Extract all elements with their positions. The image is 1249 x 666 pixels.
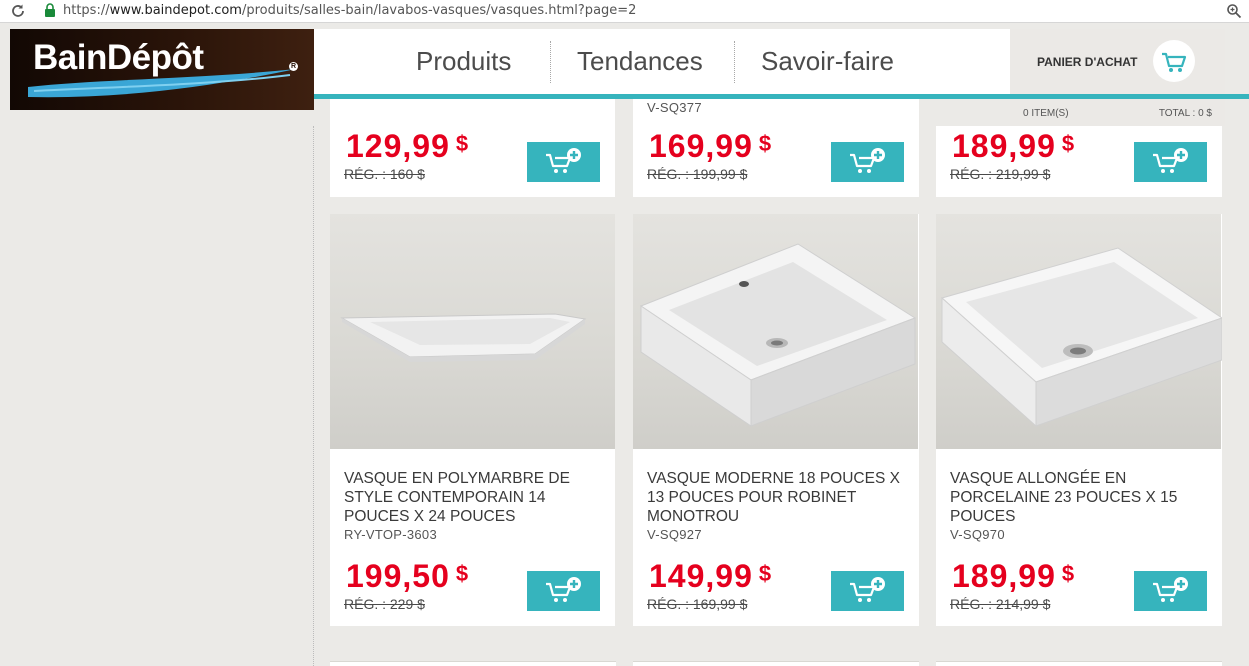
logo-text: BainDépôt	[33, 38, 204, 77]
url-prefix: https://	[63, 3, 110, 18]
nav-item-savoir-faire[interactable]: Savoir-faire	[761, 46, 894, 77]
add-to-cart-button[interactable]	[1134, 571, 1207, 611]
url-path: /produits/salles-bain/lavabos-vasques/va…	[241, 3, 637, 18]
product-image[interactable]	[936, 214, 1222, 449]
add-to-cart-button[interactable]	[1134, 142, 1207, 182]
product-card[interactable]: VASQUE EN POLYMARBRE DE STYLE CONTEMPORA…	[330, 214, 615, 626]
sink-image-icon	[639, 243, 917, 427]
nav-item-tendances[interactable]: Tendances	[577, 46, 703, 77]
regular-price: RÉG. : 199,99 $	[647, 166, 748, 182]
product-card[interactable]: 189,99 $ RÉG. : 219,99 $	[936, 126, 1222, 197]
product-card[interactable]	[633, 661, 919, 666]
add-to-cart-icon	[850, 577, 885, 602]
browser-address-bar: https://www.baindepot.com/produits/salle…	[0, 0, 1249, 23]
product-sku: V-SQ377	[647, 100, 702, 115]
regular-price: RÉG. : 214,99 $	[950, 596, 1051, 612]
add-to-cart-icon	[1153, 148, 1188, 173]
sink-image-icon	[340, 313, 587, 362]
product-price: 189,99 $	[952, 128, 1076, 164]
add-to-cart-icon	[1153, 577, 1188, 602]
product-title[interactable]: VASQUE ALLONGÉE EN PORCELAINE 23 POUCES …	[950, 469, 1210, 526]
add-to-cart-button[interactable]	[527, 571, 600, 611]
product-card[interactable]: V-SQ377 169,99 $ RÉG. : 199,99 $	[633, 99, 919, 197]
product-price: 129,99 $	[346, 128, 470, 164]
product-card[interactable]: VASQUE MODERNE 18 POUCES X 13 POUCES POU…	[633, 214, 919, 626]
product-sku: V-SQ970	[950, 527, 1005, 542]
product-card[interactable]: 129,99 $ RÉG. : 160 $	[330, 99, 615, 197]
product-title[interactable]: VASQUE MODERNE 18 POUCES X 13 POUCES POU…	[647, 469, 907, 526]
product-image[interactable]	[330, 214, 615, 449]
add-to-cart-button[interactable]	[831, 142, 904, 182]
cart-total: TOTAL : 0 $	[1158, 108, 1212, 119]
content-separator	[313, 126, 314, 666]
product-title[interactable]: VASQUE EN POLYMARBRE DE STYLE CONTEMPORA…	[344, 469, 604, 526]
product-image[interactable]	[633, 214, 918, 449]
main-nav: Produits Tendances Savoir-faire	[314, 29, 1010, 94]
nav-divider	[550, 41, 551, 83]
add-to-cart-icon	[546, 577, 581, 602]
product-price: 189,99 $	[952, 558, 1076, 594]
nav-item-produits[interactable]: Produits	[416, 46, 511, 77]
url-field[interactable]: https://www.baindepot.com/produits/salle…	[63, 3, 636, 18]
add-to-cart-button[interactable]	[527, 142, 600, 182]
product-sku: V-SQ927	[647, 527, 702, 542]
sink-image-icon	[940, 247, 1222, 428]
add-to-cart-icon	[546, 148, 581, 173]
regular-price: RÉG. : 160 $	[344, 166, 425, 182]
regular-price: RÉG. : 229 $	[344, 596, 425, 612]
reload-icon[interactable]	[10, 3, 26, 19]
cart-button[interactable]	[1153, 40, 1195, 82]
zoom-icon[interactable]	[1226, 3, 1242, 19]
cart-item-count: 0 ITEM(S)	[1023, 108, 1069, 119]
product-card[interactable]	[936, 661, 1222, 666]
site-logo[interactable]: BainDépôt R	[10, 29, 314, 110]
product-price: 199,50 $	[346, 558, 470, 594]
nav-divider	[734, 41, 735, 83]
regular-price: RÉG. : 169,99 $	[647, 596, 748, 612]
regular-price: RÉG. : 219,99 $	[950, 166, 1051, 182]
product-price: 169,99 $	[649, 128, 773, 164]
add-to-cart-button[interactable]	[831, 571, 904, 611]
product-card[interactable]	[330, 661, 616, 666]
lock-icon	[45, 3, 55, 17]
cart-label: PANIER D'ACHAT	[1037, 55, 1138, 69]
product-card[interactable]: VASQUE ALLONGÉE EN PORCELAINE 23 POUCES …	[936, 214, 1222, 626]
add-to-cart-icon	[850, 148, 885, 173]
url-host: www.baindepot.com	[109, 3, 242, 18]
product-price: 149,99 $	[649, 558, 773, 594]
cart-panel[interactable]: PANIER D'ACHAT 0 ITEM(S) TOTAL : 0 $	[1010, 29, 1225, 126]
product-sku: RY-VTOP-3603	[344, 527, 437, 542]
registered-mark: R	[289, 62, 298, 71]
cart-icon	[1162, 52, 1187, 72]
